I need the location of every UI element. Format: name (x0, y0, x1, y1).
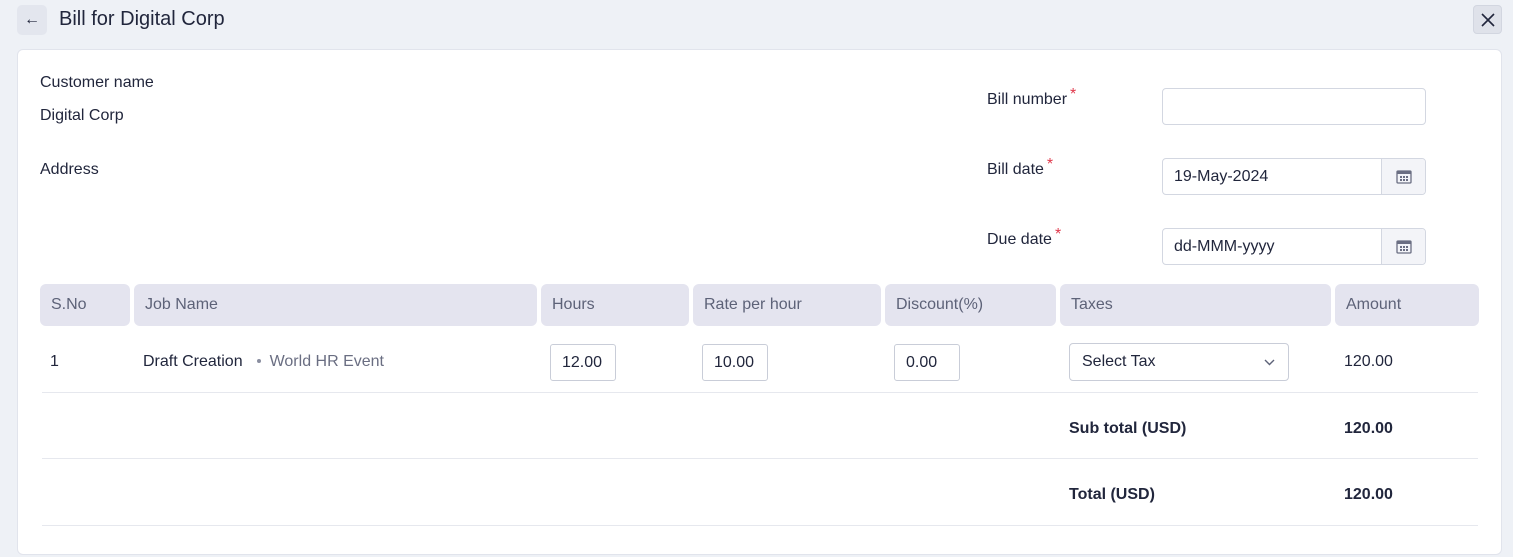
column-header-sno: S.No (40, 284, 130, 326)
total-label: Total (USD) (1069, 486, 1155, 503)
required-mark: * (1054, 226, 1062, 243)
customer-name-value: Digital Corp (40, 107, 124, 124)
tax-select[interactable]: Select Tax (1069, 343, 1289, 381)
page-header: ← Bill for Digital Corp (0, 0, 1513, 40)
bill-date-calendar-button[interactable] (1381, 159, 1425, 194)
due-date-calendar-button[interactable] (1381, 229, 1425, 264)
column-header-discount: Discount(%) (885, 284, 1056, 326)
subtotal-divider (42, 458, 1478, 459)
row-divider (42, 392, 1478, 393)
bill-number-input[interactable] (1162, 88, 1426, 125)
due-date-label-text: Due date (987, 231, 1052, 248)
project-name-text: World HR Event (269, 353, 384, 370)
discount-input[interactable]: 0.00 (894, 344, 960, 381)
close-icon (1480, 12, 1495, 27)
customer-name-label: Customer name (40, 74, 154, 91)
calendar-icon (1395, 170, 1412, 184)
chevron-down-icon (1264, 359, 1275, 365)
total-divider (42, 525, 1478, 526)
job-name-text: Draft Creation (143, 353, 243, 370)
bill-date-value: 19-May-2024 (1174, 167, 1269, 185)
bill-date-label-text: Bill date (987, 161, 1044, 178)
address-label: Address (40, 161, 99, 178)
column-header-amount: Amount (1335, 284, 1479, 326)
due-date-input[interactable]: dd-MMM-yyyy (1162, 228, 1426, 265)
separator-dot (256, 358, 261, 363)
required-mark: * (1070, 86, 1077, 103)
subtotal-value: 120.00 (1344, 420, 1393, 437)
required-mark: * (1046, 156, 1054, 173)
bill-number-label-text: Bill number (987, 91, 1068, 108)
page-title: Bill for Digital Corp (59, 8, 225, 30)
column-header-taxes: Taxes (1060, 284, 1331, 326)
tax-select-value: Select Tax (1082, 353, 1156, 370)
column-header-job-name: Job Name (134, 284, 537, 326)
row-job-name: Draft Creation World HR Event (143, 353, 384, 371)
bill-number-label: Bill number * (987, 86, 1076, 109)
row-sno: 1 (50, 353, 59, 370)
close-button[interactable] (1473, 5, 1502, 34)
bill-date-input[interactable]: 19-May-2024 (1162, 158, 1426, 195)
total-value: 120.00 (1344, 486, 1393, 503)
row-amount: 120.00 (1344, 353, 1393, 370)
column-header-hours: Hours (541, 284, 689, 326)
back-button[interactable]: ← (17, 5, 47, 35)
subtotal-label: Sub total (USD) (1069, 420, 1187, 437)
column-header-rate: Rate per hour (693, 284, 881, 326)
bill-date-label: Bill date * (987, 156, 1053, 179)
hours-input[interactable]: 12.00 (550, 344, 616, 381)
calendar-icon (1395, 240, 1412, 254)
arrow-left-icon: ← (24, 11, 40, 28)
rate-input[interactable]: 10.00 (702, 344, 768, 381)
bill-form-card: Customer name Digital Corp Address Bill … (17, 49, 1502, 555)
due-date-label: Due date * (987, 226, 1061, 249)
due-date-placeholder: dd-MMM-yyyy (1174, 237, 1275, 255)
